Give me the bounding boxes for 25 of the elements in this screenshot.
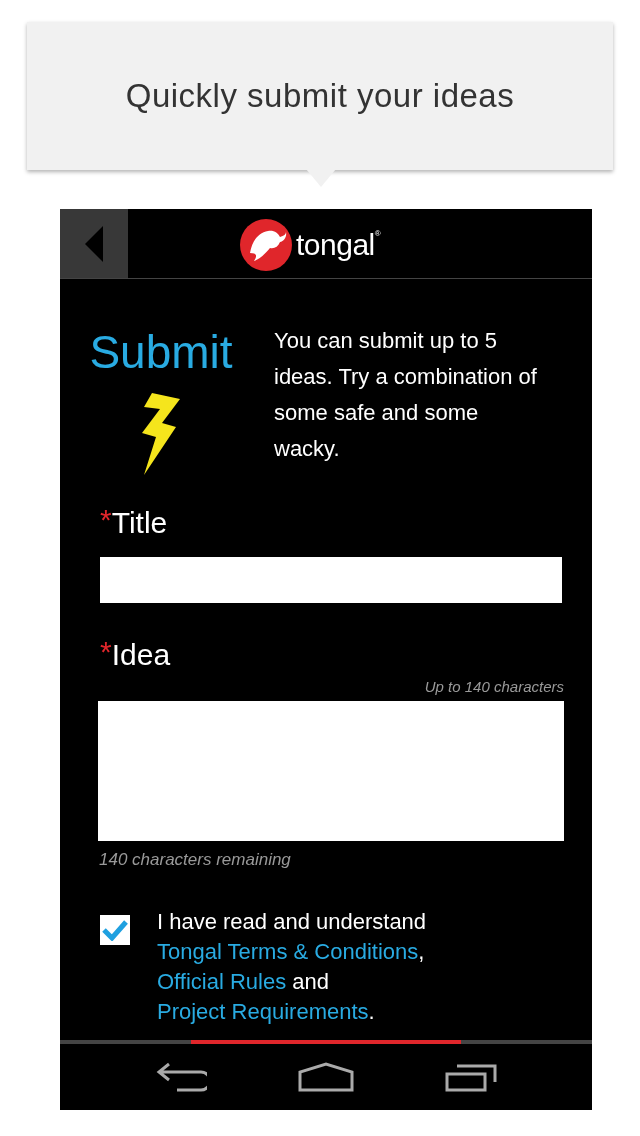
- page-title: Submit: [89, 325, 233, 379]
- home-icon[interactable]: [298, 1062, 354, 1092]
- link[interactable]: Official Rules: [157, 968, 287, 994]
- field-label: Idea: [111, 637, 171, 673]
- character-counter: 140 characters remaining: [99, 849, 292, 871]
- idea-field[interactable]: [98, 701, 564, 841]
- back-icon[interactable]: [155, 1062, 208, 1092]
- required-mark: *: [100, 505, 112, 535]
- consent-text: I have read and understand Tongal Terms & Conditions, Official Rules and Project Requirements.: [157, 907, 428, 1026]
- link[interactable]: Project Requirements: [157, 998, 369, 1024]
- field-label: Title: [111, 505, 168, 541]
- bull-logo-icon: [240, 219, 292, 271]
- logo-text: tongal: [296, 230, 375, 260]
- back-arrow-icon: [85, 225, 103, 262]
- length-hint: Up to 140 characters: [424, 677, 564, 697]
- recent-apps-icon[interactable]: [444, 1062, 497, 1092]
- title-field[interactable]: [100, 557, 562, 603]
- checkbox[interactable]: [100, 914, 130, 945]
- checkmark-icon: [102, 918, 128, 941]
- tooltip-text: Quickly submit your ideas: [125, 76, 515, 117]
- lightning-bolt-icon: [140, 393, 180, 475]
- required-mark: *: [100, 637, 112, 667]
- link[interactable]: Tongal Terms & Conditions: [157, 938, 419, 964]
- registered-mark: ®: [374, 230, 381, 238]
- intro-text: You can submit up to 5 ideas. Try a combination of some safe and some wacky.: [274, 327, 538, 463]
